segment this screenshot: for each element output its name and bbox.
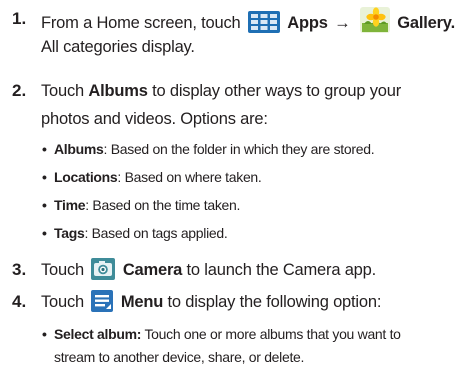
step-number: 2.	[12, 81, 27, 100]
bullet-icon: •	[42, 197, 47, 213]
option-select-album-cont: stream to another device, share, or dele…	[54, 349, 305, 365]
step-4-line-1: Touch Menu to display the following opti…	[41, 290, 381, 319]
step-number: 3.	[12, 260, 27, 279]
option-time: • Time: Based on the time taken.	[42, 197, 241, 213]
step-3-line-1: Touch Camera to launch the Camera app.	[41, 258, 376, 287]
step-number: 4.	[12, 292, 27, 311]
menu-icon	[91, 290, 114, 319]
gallery-label: Gallery	[397, 14, 451, 32]
albums-label: Albums	[88, 82, 148, 100]
apps-label: Apps	[287, 14, 328, 32]
option-locations: • Locations: Based on where taken.	[42, 169, 262, 185]
option-select-album: • Select album: Touch one or more albums …	[42, 326, 401, 342]
option-albums: • Albums: Based on the folder in which th…	[42, 141, 375, 157]
step-1-line-2: All categories display.	[41, 38, 195, 56]
gallery-flower-icon	[359, 7, 390, 40]
menu-label: Menu	[120, 293, 164, 311]
option-tags: • Tags: Based on tags applied.	[42, 225, 228, 241]
camera-icon	[91, 258, 116, 287]
apps-grid-icon	[247, 11, 280, 40]
instruction-page: 1. From a Home screen, touch Apps → Gall…	[0, 0, 474, 374]
camera-label: Camera	[122, 261, 183, 279]
step-2-line-1: Touch Albums to display other ways to gr…	[41, 82, 402, 100]
step-number: 1.	[12, 9, 27, 28]
bullet-icon: •	[42, 141, 47, 157]
step-text: From a Home screen, touch	[41, 14, 241, 32]
arrow-icon: →	[334, 14, 351, 32]
step-2-line-2: photos and videos. Options are:	[41, 110, 268, 128]
bullet-icon: •	[42, 169, 47, 185]
bullet-icon: •	[42, 326, 47, 342]
bullet-icon: •	[42, 225, 47, 241]
